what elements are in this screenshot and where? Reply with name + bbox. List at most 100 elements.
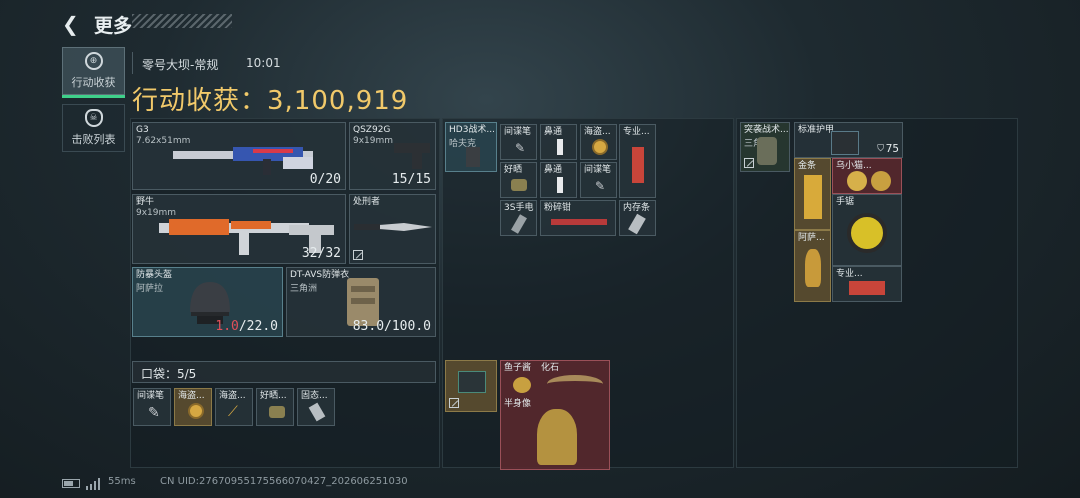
locked-icon [353,250,363,260]
haul-value: 3,100,919 [267,86,409,116]
haul-label: 行动收获： [132,86,268,116]
weapon-caliber: 9x19mm [353,136,394,146]
saw-icon [847,213,887,253]
ammo-count: 15/15 [391,172,431,187]
bolt-cutter-icon [551,219,607,225]
shield-icon: ⛉ [877,144,884,154]
item-caviar-name[interactable]: 鱼子酱 [504,363,531,374]
ssd-icon [308,402,326,422]
case-icon [458,371,486,393]
backpack-item[interactable]: 乌小猫... [832,158,902,194]
weapon-name: G3 [136,125,149,135]
item-name: 好晒... [260,391,287,401]
ammo-count: 32/32 [301,246,341,261]
tab-kill-list[interactable]: ☠ 击败列表 [62,104,125,152]
item-name: 金条 [798,161,817,171]
map-name: 零号大坝-常规 [142,58,219,72]
bust-icon [537,409,577,465]
ammo-count: 0/20 [309,172,341,187]
weapon-name: QSZ92G [353,125,391,135]
pocket-header: 口袋：5/5 [132,361,436,383]
armor-plate-slot[interactable]: 标准护甲 ⛉ 75 [794,122,903,158]
rifle-icon [173,147,313,175]
ore-icon [511,179,527,191]
flashlight-icon [511,214,527,234]
backpack-item[interactable]: 金条 [794,158,831,230]
inhaler-icon [557,139,563,155]
armor-plate-icon [831,131,859,155]
signal-icon [86,478,102,490]
backpack-item[interactable]: 专业... [832,266,902,302]
backpack-slot[interactable]: 突袭战术... 三角洲 [740,122,790,172]
tab-operation-haul[interactable]: ⊕ 行动收获 [62,47,125,95]
item-name: 固态... [301,391,328,401]
fossil-icon [547,375,603,393]
helmet-slot[interactable]: 防暴头盔 阿萨拉 1.0/22.0 [132,267,283,337]
melee-slot[interactable]: 处刑者 [349,194,436,264]
rig-item[interactable]: 好晒 [500,162,537,198]
uid-text: CN UID:2767095517556607042​7_20260625103… [160,476,408,487]
secondary-weapon-slot[interactable]: QSZ92G 9x19mm 15/15 [349,122,436,190]
item-name: 海盗... [178,391,205,401]
item-name: 好晒 [504,165,523,175]
backpack-item[interactable]: 阿萨... [794,230,831,302]
item-name: 手锯 [836,197,855,207]
rig-item[interactable]: 鼻通 [540,124,577,160]
page-title: 更多 [94,15,133,37]
target-icon: ⊕ [84,52,103,70]
pistol-icon [394,143,430,169]
primary-weapon-slot[interactable]: G3 7.62x51mm 0/20 [132,122,346,190]
rig-item[interactable]: 粉碎钳 [540,200,616,236]
rig-item[interactable]: 海盗... [580,124,617,160]
armor-plate-value: 75 [885,142,899,155]
gold-bar-icon [804,175,822,219]
smg-weapon-slot[interactable]: 野牛 9x19mm 32/32 [132,194,346,264]
helmet-name: 防暴头盔 [136,270,173,280]
rig-item[interactable]: 3S手电 [500,200,537,236]
rig-icon [466,147,480,167]
pen-icon: ✎ [148,405,160,421]
inhaler-icon [557,177,563,193]
rig-item[interactable]: 内存条 [619,200,656,236]
pocket-item[interactable]: 间谍笔 ✎ [133,388,171,426]
rig-name: HD3战术... [449,125,496,135]
tool-icon [632,147,644,183]
rig-item[interactable]: 间谍笔 ✎ [500,124,537,160]
back-icon[interactable]: ❮ [62,12,79,36]
knife-icon [354,223,432,231]
item-name: 间谍笔 [137,391,165,401]
bag-contents: 鱼子酱 化石 半身像 [500,360,610,470]
backpack-item[interactable]: 手锯 [832,194,902,266]
ore-icon [269,406,285,418]
rig-item[interactable]: 间谍笔 ✎ [580,162,617,198]
pocket-item[interactable]: 海盗... [174,388,212,426]
chest-rig-slot[interactable]: HD3战术... 哈夫克 [445,122,497,172]
item-fossil-name[interactable]: 化石 [541,363,559,374]
armor-durability: 83.0/100.0 [352,319,431,334]
active-tab-indicator [62,95,125,98]
rig-item[interactable]: 鼻通 [540,162,577,198]
coin-icon [592,139,608,155]
pen-icon: ✎ [515,141,526,155]
item-bust-name[interactable]: 半身像 [504,399,531,410]
pocket-item[interactable]: 好晒... [256,388,294,426]
item-name: 阿萨... [798,233,825,243]
item-name: 间谍笔 [584,165,612,175]
vase-icon [805,249,821,287]
locked-icon [449,398,459,408]
helmet-source: 阿萨拉 [136,284,164,294]
armor-source: 三角洲 [290,284,318,294]
rig-item[interactable]: 专业... [619,124,656,198]
pocket-item[interactable]: 海盗... ⟋ [215,388,253,426]
bag-slot[interactable] [445,360,497,412]
tab-label: 行动收获 [71,76,116,89]
item-name: 专业... [623,127,650,137]
armor-name: DT-AVS防弹衣 [290,270,350,280]
durability-max: /22.0 [238,319,278,334]
tab-label: 击败列表 [71,133,116,146]
ping-text: 55ms [108,476,136,487]
armor-slot[interactable]: DT-AVS防弹衣 三角洲 83.0/100.0 [286,267,436,337]
info-divider [132,52,133,74]
pocket-item[interactable]: 固态... [297,388,335,426]
backpack-icon [757,137,777,165]
